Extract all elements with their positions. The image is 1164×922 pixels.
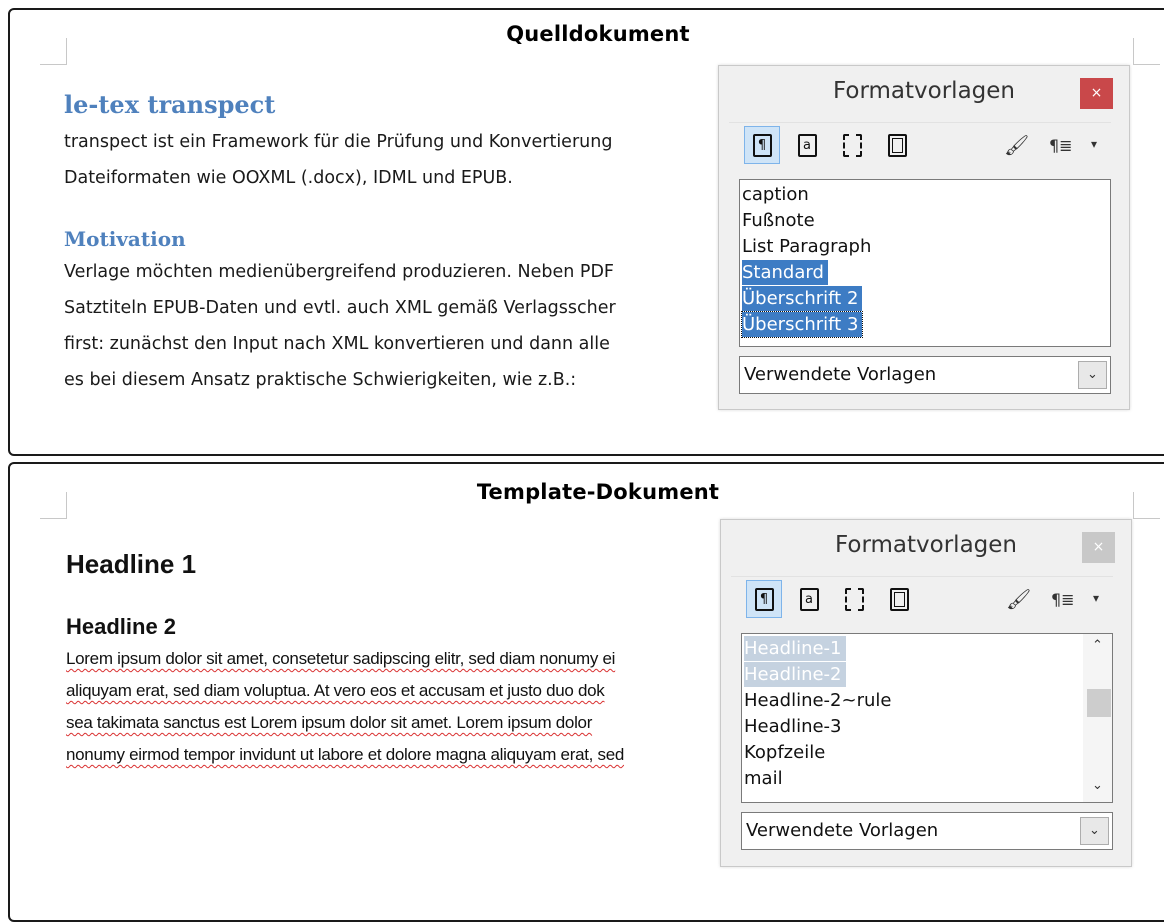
paragraph-line: aliquyam erat, sed diam voluptua. At ver… xyxy=(66,681,605,700)
frame-styles-icon xyxy=(842,133,862,157)
page-styles-icon xyxy=(889,587,909,611)
paragraph-line: Dateiformaten wie OOXML (.docx), IDML un… xyxy=(64,168,513,188)
paragraph-styles-button[interactable]: ¶ xyxy=(744,126,780,164)
fill-format-icon[interactable]: 🖌 xyxy=(1006,587,1031,611)
character-styles-button[interactable]: a xyxy=(789,126,825,164)
paragraph-styles-icon: ¶ xyxy=(754,587,774,611)
style-list[interactable]: caption Fußnote List Paragraph Standard … xyxy=(739,179,1111,347)
page-styles-button[interactable] xyxy=(881,580,917,618)
paragraph-line: nonumy eirmod tempor invidunt ut labore … xyxy=(66,745,625,764)
chevron-down-icon[interactable]: ⌄ xyxy=(1083,778,1112,793)
list-item[interactable]: caption xyxy=(742,182,813,207)
page-styles-button[interactable] xyxy=(879,126,915,164)
list-item-selected[interactable]: Überschrift 2 xyxy=(742,286,863,311)
document-headline-1: Headline 1 xyxy=(66,549,197,579)
filter-value: Verwendete Vorlagen xyxy=(744,364,937,385)
document-heading-2: Motivation xyxy=(64,227,186,251)
scrollbar-thumb[interactable] xyxy=(1087,689,1111,717)
panel-title: Template-Dokument xyxy=(476,480,720,504)
list-item[interactable]: mail xyxy=(744,766,787,791)
page-corner-mark xyxy=(40,38,67,65)
paragraph-line: es bei diesem Ansatz praktische Schwieri… xyxy=(64,370,577,390)
chevron-down-icon[interactable]: ⌄ xyxy=(1078,361,1107,389)
style-filter-select[interactable]: Verwendete Vorlagen ⌄ xyxy=(741,812,1113,850)
filter-value: Verwendete Vorlagen xyxy=(746,820,939,841)
style-type-toolbar: ¶ a 🖌 ¶≣ ▾ xyxy=(729,122,1111,270)
list-item-selected[interactable]: Headline-2 xyxy=(744,662,846,687)
list-styles-button[interactable] xyxy=(924,126,972,270)
list-item[interactable]: Headline-3 xyxy=(744,714,846,739)
character-styles-icon: a xyxy=(799,587,819,611)
paragraph-line: Satztiteln EPUB-Daten und evtl. auch XML… xyxy=(64,298,616,318)
source-document-panel: Quelldokument le-tex transpect transpect… xyxy=(8,8,1164,456)
paragraph-line: sea takimata sanctus est Lorem ipsum dol… xyxy=(66,713,593,732)
styles-dialog: Formatvorlagen × ¶ a 🖌 ¶≣ ▾ Headline-1 H… xyxy=(720,519,1132,867)
chevron-up-icon[interactable]: ⌃ xyxy=(1083,638,1112,653)
list-item[interactable]: Fußnote xyxy=(742,208,819,233)
list-item-selected[interactable]: Headline-1 xyxy=(744,636,846,661)
paragraph-line: first: zunächst den Input nach XML konve… xyxy=(64,334,610,354)
frame-styles-button[interactable] xyxy=(834,126,870,164)
document-headline-2: Headline 2 xyxy=(66,614,177,639)
paragraph-styles-icon: ¶ xyxy=(752,133,772,157)
frame-styles-icon xyxy=(844,587,864,611)
styles-dialog: Formatvorlagen × ¶ a 🖌 ¶≣ ▾ caption Fußn… xyxy=(718,65,1130,410)
page-corner-mark xyxy=(40,492,67,519)
style-filter-select[interactable]: Verwendete Vorlagen ⌄ xyxy=(739,356,1111,394)
new-style-icon[interactable]: ¶≣ xyxy=(1049,136,1073,155)
chevron-down-icon[interactable]: ▾ xyxy=(1091,137,1097,151)
list-item[interactable]: Headline-2~rule xyxy=(744,688,895,713)
list-item-selected[interactable]: Standard xyxy=(742,260,828,285)
character-styles-icon: a xyxy=(797,133,817,157)
style-list[interactable]: Headline-1 Headline-2 Headline-2~rule He… xyxy=(741,633,1113,803)
list-item[interactable]: List Paragraph xyxy=(742,234,875,259)
list-scrollbar[interactable]: ⌃ ⌄ xyxy=(1083,634,1112,802)
paragraph-line: Verlage möchten medienübergreifend produ… xyxy=(64,262,614,282)
list-item-selected[interactable]: Überschrift 3 xyxy=(740,311,864,338)
style-type-toolbar: ¶ a 🖌 ¶≣ ▾ xyxy=(731,576,1113,724)
character-styles-button[interactable]: a xyxy=(791,580,827,618)
page-styles-icon xyxy=(887,133,907,157)
close-button[interactable]: × xyxy=(1082,532,1115,563)
paragraph-line: Lorem ipsum dolor sit amet, consetetur s… xyxy=(66,649,616,668)
dialog-title: Formatvorlagen xyxy=(834,532,1017,558)
paragraph-styles-button[interactable]: ¶ xyxy=(746,580,782,618)
frame-styles-button[interactable] xyxy=(836,580,872,618)
panel-title: Quelldokument xyxy=(506,22,690,46)
fill-format-icon[interactable]: 🖌 xyxy=(1004,133,1029,157)
page-corner-mark xyxy=(1133,492,1160,519)
close-button[interactable]: × xyxy=(1080,78,1113,109)
list-styles-button[interactable] xyxy=(926,580,974,724)
chevron-down-icon[interactable]: ⌄ xyxy=(1080,817,1109,845)
page-corner-mark xyxy=(1133,38,1160,65)
document-heading-1: le-tex transpect xyxy=(64,90,276,119)
paragraph-line: transpect ist ein Framework für die Prüf… xyxy=(64,132,613,152)
new-style-icon[interactable]: ¶≣ xyxy=(1051,590,1075,609)
chevron-down-icon[interactable]: ▾ xyxy=(1093,591,1099,605)
list-item[interactable]: Kopfzeile xyxy=(744,740,829,765)
dialog-title: Formatvorlagen xyxy=(832,78,1015,104)
template-document-panel: Template-Dokument Headline 1 Headline 2 … xyxy=(8,462,1164,922)
